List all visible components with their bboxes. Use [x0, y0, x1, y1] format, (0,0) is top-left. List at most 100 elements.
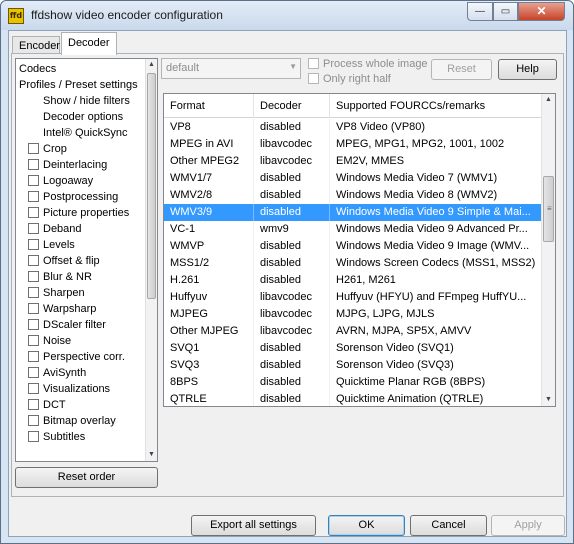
tree-scrollbar[interactable]: ▲ ▼: [145, 59, 157, 461]
filter-checkbox[interactable]: [28, 143, 39, 154]
remarks-cell: AVRN, MJPA, SP5X, AMVV: [330, 323, 542, 340]
maximize-button[interactable]: ▭: [493, 2, 518, 21]
tree-filter-item[interactable]: Deinterlacing: [28, 157, 107, 173]
tree-filter-item[interactable]: Logoaway: [28, 173, 93, 189]
tree-filter-item[interactable]: Blur & NR: [28, 269, 92, 285]
ok-button[interactable]: OK: [328, 515, 405, 536]
filter-checkbox[interactable]: [28, 319, 39, 330]
filter-checkbox[interactable]: [28, 431, 39, 442]
filter-checkbox[interactable]: [28, 255, 39, 266]
tree-filter-item[interactable]: Postprocessing: [28, 189, 118, 205]
settings-tree[interactable]: Codecs Profiles / Preset settings Show / h…: [15, 58, 158, 462]
codec-table[interactable]: Format Decoder Supported FOURCCs/remarks…: [163, 93, 556, 407]
tab-encoder[interactable]: Encoder: [12, 36, 60, 54]
table-row[interactable]: SVQ3 disabled Sorenson Video (SVQ3): [164, 357, 542, 374]
preset-select[interactable]: default ▼: [161, 58, 301, 79]
tree-item[interactable]: Codecs: [19, 61, 56, 77]
table-row[interactable]: WMVP disabled Windows Media Video 9 Image …: [164, 238, 542, 255]
column-header-decoder[interactable]: Decoder: [254, 94, 330, 118]
table-row[interactable]: MJPEG libavcodec MJPG, LJPG, MJLS: [164, 306, 542, 323]
filter-checkbox[interactable]: [28, 239, 39, 250]
tree-filter-item[interactable]: AviSynth: [28, 365, 86, 381]
process-whole-image-checkbox[interactable]: Process whole image: [308, 57, 428, 71]
scroll-down-arrow-icon[interactable]: ▼: [542, 394, 555, 406]
filter-checkbox[interactable]: [28, 223, 39, 234]
filter-checkbox[interactable]: [28, 175, 39, 186]
decoder-cell: disabled: [254, 340, 330, 357]
table-row[interactable]: WMV2/8 disabled Windows Media Video 8 (WMV…: [164, 187, 542, 204]
tree-filter-item[interactable]: DCT: [28, 397, 66, 413]
help-button[interactable]: Help: [498, 59, 557, 80]
remarks-cell: Huffyuv (HFYU) and FFmpeg HuffYU...: [330, 289, 542, 306]
tree-item[interactable]: Intel® QuickSync: [43, 125, 128, 141]
filter-checkbox[interactable]: [28, 351, 39, 362]
table-row[interactable]: SVQ1 disabled Sorenson Video (SVQ1): [164, 340, 542, 357]
format-cell: VC-1: [164, 221, 254, 238]
tree-filter-item[interactable]: Picture properties: [28, 205, 129, 221]
filter-checkbox[interactable]: [28, 415, 39, 426]
table-row[interactable]: 8BPS disabled Quicktime Planar RGB (8BPS): [164, 374, 542, 391]
tree-filter-item[interactable]: Noise: [28, 333, 71, 349]
table-scroll-thumb[interactable]: ≡: [543, 176, 554, 242]
only-right-half-checkbox[interactable]: Only right half: [308, 72, 391, 86]
reset-button[interactable]: Reset: [431, 59, 492, 80]
column-header-remarks[interactable]: Supported FOURCCs/remarks: [330, 94, 542, 118]
tree-filter-item[interactable]: DScaler filter: [28, 317, 106, 333]
filter-checkbox[interactable]: [28, 207, 39, 218]
apply-button[interactable]: Apply: [491, 515, 565, 536]
tree-filter-item[interactable]: Levels: [28, 237, 75, 253]
tree-filter-item[interactable]: Warpsharp: [28, 301, 96, 317]
filter-checkbox[interactable]: [28, 335, 39, 346]
filter-checkbox[interactable]: [28, 287, 39, 298]
tree-filter-item[interactable]: Visualizations: [28, 381, 110, 397]
table-scrollbar[interactable]: ▲ ≡ ▼: [541, 94, 555, 406]
tree-filter-item[interactable]: Sharpen: [28, 285, 85, 301]
column-header-format[interactable]: Format: [164, 94, 254, 118]
tree-scroll-thumb[interactable]: [147, 73, 156, 299]
table-row[interactable]: Other MPEG2 libavcodec EM2V, MMES: [164, 153, 542, 170]
reset-order-button[interactable]: Reset order: [15, 467, 158, 488]
table-row[interactable]: QTRLE disabled Quicktime Animation (QTRLE): [164, 391, 542, 406]
tree-filter-item[interactable]: Subtitles: [28, 429, 85, 445]
minimize-button[interactable]: —: [467, 2, 493, 21]
table-row[interactable]: WMV3/9 disabled Windows Media Video 9 Simp…: [164, 204, 542, 221]
close-button[interactable]: ✕: [518, 2, 565, 21]
table-row[interactable]: WMV1/7 disabled Windows Media Video 7 (WMV…: [164, 170, 542, 187]
title-bar[interactable]: ffd ffdshow video encoder configuration …: [1, 1, 573, 30]
remarks-cell: MPEG, MPG1, MPG2, 1001, 1002: [330, 136, 542, 153]
table-row[interactable]: MPEG in AVI libavcodec MPEG, MPG1, MPG2, 1…: [164, 136, 542, 153]
ffdshow-app-icon: ffd: [8, 8, 24, 24]
table-row[interactable]: H.261 disabled H261, M261: [164, 272, 542, 289]
filter-checkbox[interactable]: [28, 399, 39, 410]
scroll-down-arrow-icon[interactable]: ▼: [146, 449, 157, 461]
table-row[interactable]: Other MJPEG libavcodec AVRN, MJPA, SP5X, A…: [164, 323, 542, 340]
tree-filter-item[interactable]: Bitmap overlay: [28, 413, 116, 429]
remarks-cell: H261, M261: [330, 272, 542, 289]
table-row[interactable]: VC-1 wmv9 Windows Media Video 9 Advanced P…: [164, 221, 542, 238]
table-row[interactable]: MSS1/2 disabled Windows Screen Codecs (MSS…: [164, 255, 542, 272]
table-row[interactable]: Huffyuv libavcodec Huffyuv (HFYU) and FFmp…: [164, 289, 542, 306]
format-cell: WMV1/7: [164, 170, 254, 187]
filter-checkbox[interactable]: [28, 271, 39, 282]
filter-checkbox[interactable]: [28, 159, 39, 170]
tree-filter-item[interactable]: Crop: [28, 141, 67, 157]
filter-label: Warpsharp: [43, 303, 97, 315]
filter-checkbox[interactable]: [28, 303, 39, 314]
tree-item[interactable]: Decoder options: [43, 109, 123, 125]
tree-item[interactable]: Profiles / Preset settings: [19, 77, 138, 93]
tab-decoder[interactable]: Decoder: [61, 32, 117, 55]
remarks-cell: Windows Media Video 8 (WMV2): [330, 187, 542, 204]
filter-checkbox[interactable]: [28, 367, 39, 378]
tree-filter-item[interactable]: Perspective corr.: [28, 349, 125, 365]
cancel-button[interactable]: Cancel: [410, 515, 487, 536]
export-all-settings-button[interactable]: Export all settings: [191, 515, 316, 536]
filter-checkbox[interactable]: [28, 191, 39, 202]
scroll-up-arrow-icon[interactable]: ▲: [542, 94, 555, 106]
scroll-up-arrow-icon[interactable]: ▲: [146, 59, 157, 71]
filter-checkbox[interactable]: [28, 383, 39, 394]
table-row[interactable]: VP8 disabled VP8 Video (VP80): [164, 119, 542, 136]
tree-filter-item[interactable]: Deband: [28, 221, 82, 237]
tree-filter-item[interactable]: Offset & flip: [28, 253, 100, 269]
remarks-cell: Windows Media Video 9 Advanced Pr...: [330, 221, 542, 238]
tree-item[interactable]: Show / hide filters: [43, 93, 130, 109]
